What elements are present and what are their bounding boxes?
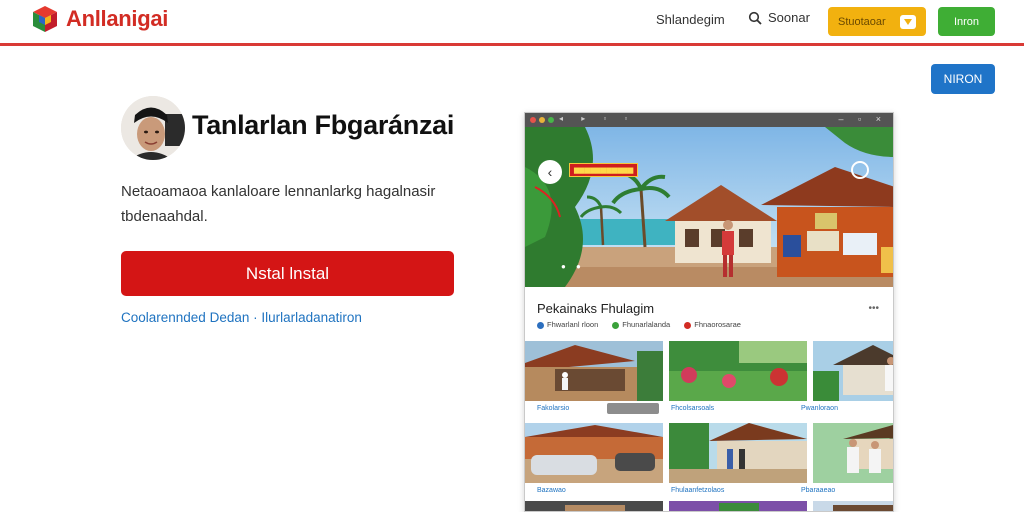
meta-item: Fhunarlalanda [612,320,670,329]
secondary-link[interactable]: Coolarennded Dedan · Ilurlarladanatiron [121,310,362,325]
nav-link[interactable]: Shlandegim [656,12,725,27]
gallery-photo[interactable] [669,423,807,483]
window-tab-icons: ◂ ▸ ▫ ▫ [559,114,636,123]
photo-caption: Pwanloraon [801,405,838,412]
hero-image: ‹ ▆▆▆▆▆▆▆▆▆▆▆ ● ● [525,127,893,287]
gallery-photo[interactable] [525,423,663,483]
app-preview-window: ◂ ▸ ▫ ▫ – ▫ × ‹ ▆▆▆▆▆▆▆▆▆▆▆ ● ● Pekainak… [524,112,894,512]
yellow-action-button[interactable]: Stuotaoar [828,7,926,36]
window-controls[interactable]: – ▫ × [839,114,887,124]
description-text: Netaoamaoa kanlaloare lennanlarkg hagaln… [121,183,436,225]
search-label: Soonar [768,10,810,25]
photo-caption: Fhulaanfetzolaos [671,487,725,494]
menu-dots-icon[interactable]: ••• [868,303,879,314]
gallery-photo[interactable] [813,501,893,511]
window-dots [530,117,554,123]
meta-item: Fhwarlanl rloon [537,320,598,329]
logo-text: Anllanigai [66,6,169,31]
header-divider [0,43,1024,46]
photo-caption: Fhcolsarsoals [671,405,715,412]
photo-tag [607,403,659,414]
logo[interactable]: Anllanigai [30,4,168,34]
logo-cube-icon [30,4,60,34]
window-titlebar: ◂ ▸ ▫ ▫ – ▫ × [525,113,893,127]
search-button[interactable]: Soonar [748,10,810,25]
meta-item: Fhnaorosarae [684,320,741,329]
photo-caption: Bazawao [537,487,566,494]
gallery-photo[interactable] [525,341,663,401]
carousel-dots[interactable]: ● ● [561,262,585,271]
top-bar: Anllanigai Shlandegim Soonar Stuotaoar I… [0,0,1024,46]
gallery-photo[interactable] [525,501,663,511]
gallery-photo[interactable] [669,501,807,511]
gallery-meta: Fhwarlanl rloon Fhunarlalanda Fhnaorosar… [537,320,741,329]
hero-badge-icon [851,161,869,179]
shield-icon [899,14,916,29]
search-icon [748,11,762,25]
green-action-button[interactable]: Inron [938,7,995,36]
back-arrow-icon[interactable]: ‹ [538,160,562,184]
gallery-photo[interactable] [669,341,807,401]
hero-banner: ▆▆▆▆▆▆▆▆▆▆▆ [569,163,639,177]
gallery-photo[interactable] [813,423,893,483]
install-button[interactable]: Nstal lnstal [121,251,454,296]
yellow-button-label: Stuotaoar [838,15,886,28]
gallery-title: Pekainaks Fhulagim [537,301,655,316]
photo-caption: Pbaraaeao [801,487,836,494]
photo-caption: Fakolarsio [537,405,570,412]
avatar [121,96,185,160]
gallery-photo[interactable] [813,341,893,401]
page-title: Tanlarlan Fbgaránzai [192,110,455,140]
blue-action-button[interactable]: NIRON [931,64,995,94]
